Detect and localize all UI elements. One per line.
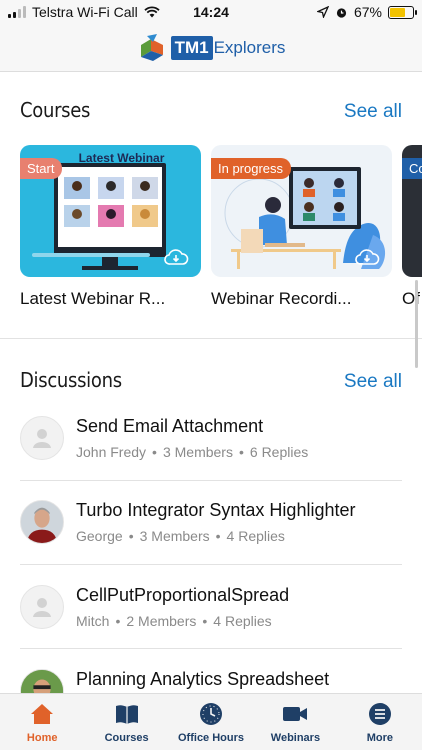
status-badge-in-progress: In progress: [211, 158, 292, 179]
course-thumbnail: Co: [402, 145, 422, 277]
separator-dot: •: [238, 444, 244, 460]
discussion-title: Send Email Attachment: [76, 416, 264, 436]
cloud-download-icon[interactable]: [163, 247, 189, 267]
location-arrow-icon: [316, 6, 329, 18]
courses-carousel[interactable]: Latest Webinar Start Latest Webinar R...: [20, 145, 422, 315]
course-title: Latest Webinar R...: [20, 289, 166, 308]
course-title: Webinar Recordi...: [211, 289, 352, 308]
status-badge-start: Start: [20, 158, 63, 179]
discussion-meta: John Fredy • 3 Members • 6 Replies: [76, 444, 308, 460]
course-card-latest-webinar[interactable]: Latest Webinar Start Latest Webinar R...: [20, 145, 201, 309]
course-thumbnail: In progress: [211, 145, 392, 277]
tab-label: Courses: [104, 732, 149, 744]
status-right: 67%: [316, 4, 417, 20]
tab-more[interactable]: More: [338, 694, 422, 750]
tab-courses[interactable]: Courses: [84, 694, 168, 750]
discussion-title: CellPutProportionalSpread: [76, 585, 290, 605]
tab-label: Office Hours: [178, 732, 245, 744]
discussions-header: Discussions See all: [20, 368, 402, 393]
courses-header: Courses See all: [20, 98, 402, 123]
discussion-item[interactable]: Send Email Attachment John Fredy • 3 Membe…: [20, 416, 410, 476]
discussion-item[interactable]: Planning Analytics Spreadsheet: [20, 669, 410, 693]
section-divider: [0, 338, 422, 339]
courses-icon: [114, 702, 140, 726]
discussion-members: 3 Members: [162, 444, 233, 460]
discussion-author: Mitch: [76, 613, 110, 629]
battery-percent: 67%: [353, 4, 382, 20]
separator-dot: •: [115, 613, 121, 629]
discussions-see-all-link[interactable]: See all: [344, 371, 402, 393]
list-divider: [20, 648, 402, 649]
placeholder-avatar-icon: [20, 585, 64, 629]
scrollbar[interactable]: [415, 280, 418, 368]
discussion-members: 2 Members: [126, 613, 197, 629]
discussion-title: Turbo Integrator Syntax Highlighter: [76, 500, 356, 520]
user-photo-avatar: [20, 669, 64, 693]
courses-title: Courses: [20, 98, 91, 122]
status-bar: Telstra Wi-Fi Call 14:24 67%: [0, 0, 422, 24]
tab-label: More: [366, 732, 393, 744]
battery-fill: [390, 7, 405, 17]
discussion-item[interactable]: Turbo Integrator Syntax Highlighter Geor…: [20, 500, 410, 560]
course-thumbnail: Latest Webinar Start: [20, 145, 201, 277]
list-divider: [20, 564, 402, 565]
list-icon: [367, 702, 393, 726]
course-card-webinar-recording[interactable]: In progress Webinar Recordi...: [211, 145, 392, 309]
course-card-partial[interactable]: Co Of: [402, 145, 422, 309]
discussion-members: 3 Members: [139, 528, 210, 544]
discussions-title: Discussions: [20, 368, 122, 392]
discussion-title: Planning Analytics Spreadsheet: [76, 669, 330, 689]
battery-icon: [388, 5, 417, 19]
bottom-tab-bar: Home Courses Office Hours Webinars More: [0, 693, 422, 750]
separator-dot: •: [152, 444, 157, 460]
placeholder-avatar-icon: [20, 416, 64, 460]
separator-dot: •: [202, 613, 208, 629]
video-icon: [282, 702, 308, 726]
tab-home[interactable]: Home: [0, 694, 84, 750]
logo-badge: TM1: [170, 35, 213, 60]
tab-office-hours[interactable]: Office Hours: [169, 694, 253, 750]
separator-dot: •: [215, 528, 221, 544]
app-logo: TM1 Explorers: [137, 33, 286, 63]
course-title: Of: [402, 289, 420, 308]
discussion-replies: 4 Replies: [226, 528, 285, 544]
logo-text: Explorers: [213, 37, 286, 57]
tab-webinars[interactable]: Webinars: [253, 694, 337, 750]
courses-see-all-link[interactable]: See all: [344, 101, 402, 123]
tab-label: Webinars: [270, 732, 321, 744]
discussion-meta: Mitch • 2 Members • 4 Replies: [76, 613, 272, 629]
discussion-replies: 4 Replies: [213, 613, 272, 629]
discussion-meta: George • 3 Members • 4 Replies: [76, 528, 285, 544]
logo-cube-icon: [140, 33, 163, 61]
app-header: TM1 Explorers: [0, 24, 422, 72]
discussion-replies: 6 Replies: [249, 444, 309, 460]
user-photo-avatar: [20, 500, 64, 544]
list-divider: [20, 480, 402, 481]
status-badge-partial: Co: [402, 158, 422, 179]
cloud-download-icon[interactable]: [354, 247, 380, 267]
clock-icon: [198, 702, 224, 726]
home-icon: [29, 702, 55, 726]
discussion-author: John Fredy: [76, 444, 147, 460]
discussion-author: George: [76, 528, 123, 544]
tab-label: Home: [26, 732, 58, 744]
alarm-icon: [336, 7, 347, 18]
separator-dot: •: [128, 528, 134, 544]
discussion-item[interactable]: CellPutProportionalSpread Mitch • 2 Member…: [20, 585, 410, 645]
